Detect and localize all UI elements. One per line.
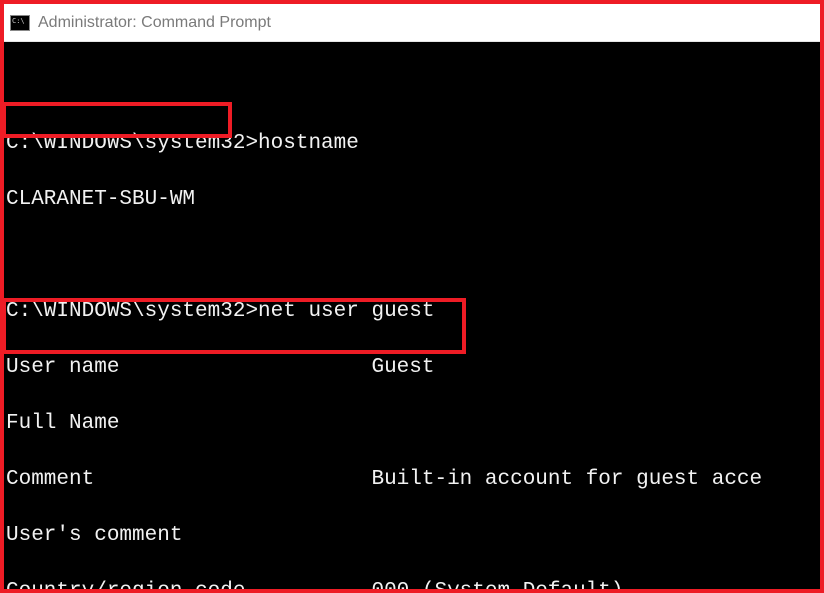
prompt-line-2: C:\WINDOWS\system32>net user guest <box>4 298 820 326</box>
row-users-comment: User's comment <box>4 522 820 550</box>
titlebar[interactable]: Administrator: Command Prompt <box>4 4 820 42</box>
blank-line <box>4 242 820 270</box>
prompt-line-1: C:\WINDOWS\system32>hostname <box>4 130 820 158</box>
terminal-output[interactable]: C:\WINDOWS\system32>hostname CLARANET-SB… <box>4 42 820 589</box>
command-prompt-window: Administrator: Command Prompt C:\WINDOWS… <box>4 4 820 589</box>
blank-line <box>4 74 820 102</box>
row-full-name: Full Name <box>4 410 820 438</box>
row-country-code: Country/region code 000 (System Default) <box>4 578 820 589</box>
window-title: Administrator: Command Prompt <box>38 14 271 32</box>
hostname-output: CLARANET-SBU-WM <box>4 186 820 214</box>
row-comment: Comment Built-in account for guest acce <box>4 466 820 494</box>
row-user-name: User name Guest <box>4 354 820 382</box>
cmd-icon <box>10 15 30 31</box>
